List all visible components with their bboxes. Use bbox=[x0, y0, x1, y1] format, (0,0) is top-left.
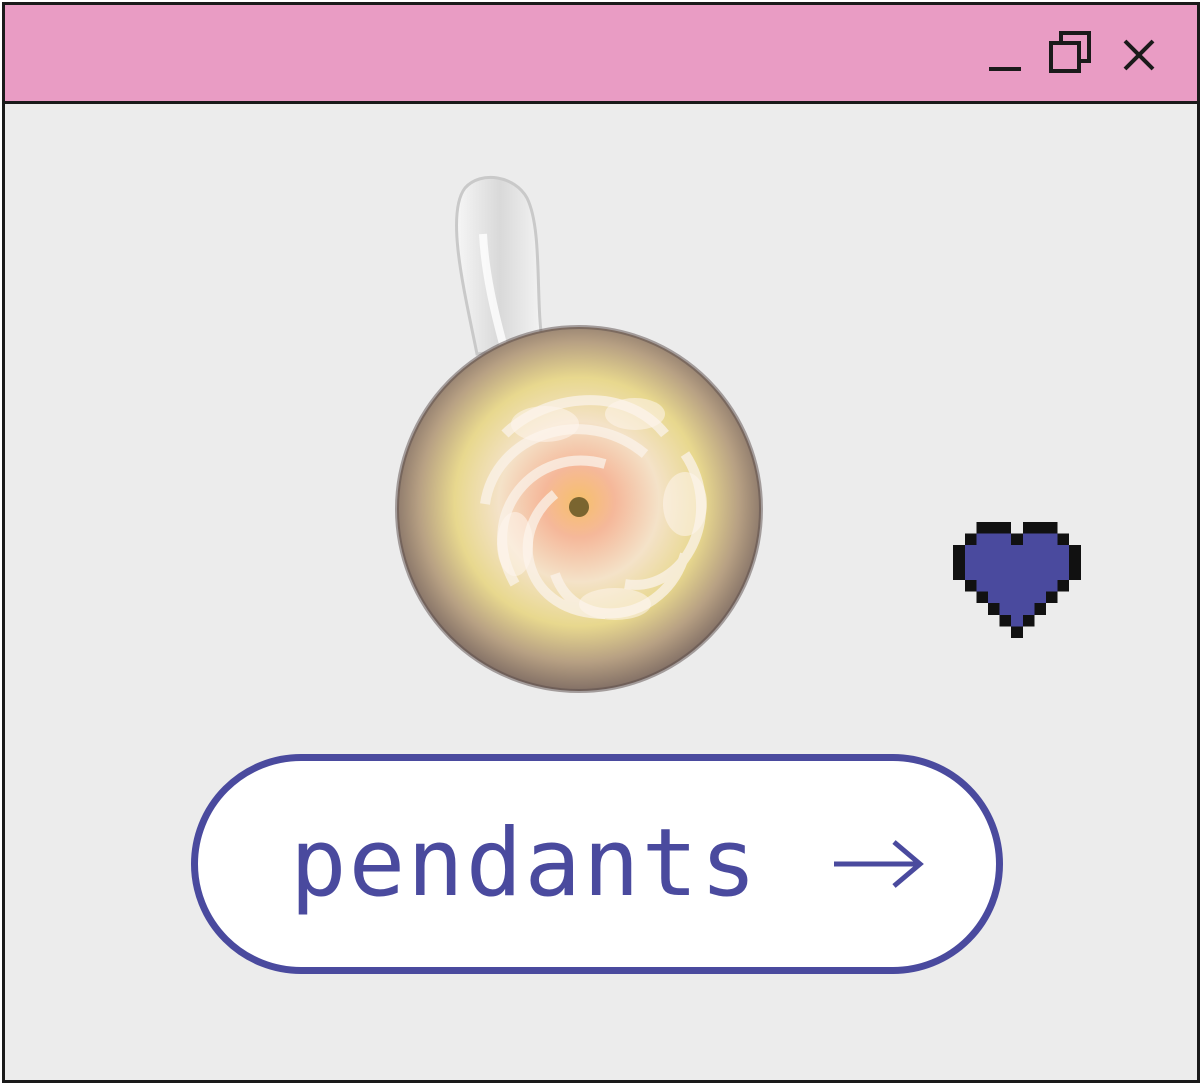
glass-pendant-image[interactable] bbox=[385, 174, 785, 694]
pendants-button[interactable]: pendants bbox=[191, 754, 1003, 974]
window-content: pendants bbox=[5, 104, 1197, 1080]
minimize-icon bbox=[989, 67, 1021, 71]
app-window: pendants bbox=[2, 2, 1200, 1083]
restore-icon bbox=[1049, 31, 1091, 73]
title-bar[interactable] bbox=[5, 5, 1197, 104]
close-button[interactable] bbox=[1113, 29, 1165, 81]
pendants-button-label: pendants bbox=[290, 809, 759, 918]
heart-icon[interactable] bbox=[951, 522, 1083, 638]
arrow-right-icon bbox=[834, 840, 924, 888]
close-icon bbox=[1123, 39, 1155, 71]
minimize-button[interactable] bbox=[981, 29, 1033, 81]
restore-button[interactable] bbox=[1045, 29, 1097, 81]
